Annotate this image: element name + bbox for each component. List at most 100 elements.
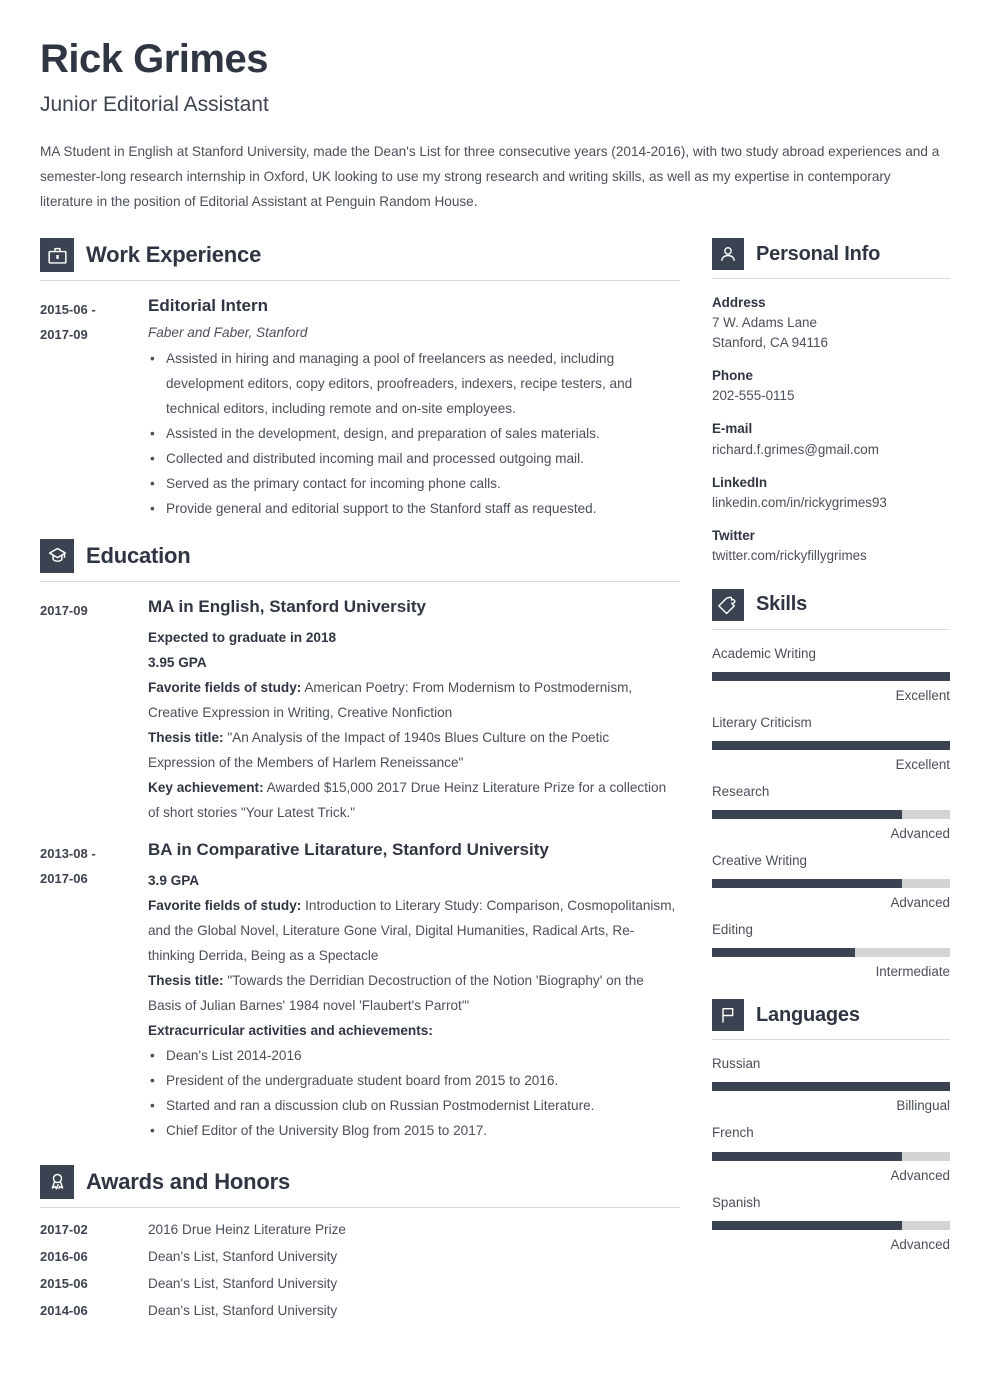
- detail-label: Expected to graduate in 2018: [148, 629, 337, 645]
- section-divider: [712, 278, 950, 280]
- section-divider: [712, 628, 950, 630]
- detail-label: Favorite fields of study:: [148, 679, 302, 695]
- skill-level: Advanced: [890, 826, 950, 842]
- detail-label: 3.9 GPA: [148, 872, 200, 888]
- section-title: Education: [86, 542, 191, 568]
- job-position-title: Editorial Intern: [148, 296, 268, 316]
- skill-bar-track: [712, 948, 950, 958]
- section-personal-info: Personal Info Address 7 W. Adams Lane St…: [712, 238, 950, 566]
- info-value: Stanford, CA 94116: [712, 335, 828, 351]
- section-divider: [712, 1039, 950, 1041]
- skill-bar-fill: [712, 810, 903, 820]
- list-item: Dean's List 2014-2016: [148, 1043, 680, 1068]
- skill-level: Excellent: [895, 687, 950, 703]
- skill-name: Research: [712, 783, 770, 799]
- resume-header: Rick Grimes Junior Editorial Assistant M…: [40, 38, 950, 214]
- skill-bar-fill: [712, 948, 855, 958]
- skill-bar-track: [712, 671, 950, 681]
- info-value[interactable]: linkedin.com/in/rickygrimes93: [712, 493, 950, 513]
- skill-bar-track: [712, 810, 950, 820]
- skill-item: Editing Intermediate: [712, 920, 950, 979]
- skill-level: Advanced: [890, 895, 950, 911]
- award-date: 2017-02: [40, 1221, 88, 1237]
- degree-title: BA in Comparative Litarature, Stanford U…: [148, 839, 549, 859]
- education-entry: 2017-09 MA in English, Stanford Universi…: [40, 596, 680, 825]
- detail-label: Extracurricular activities and achieveme…: [148, 1022, 433, 1038]
- info-value: 202-555-0115: [712, 388, 795, 404]
- skill-level: Intermediate: [875, 964, 950, 980]
- section-title: Languages: [756, 1003, 860, 1026]
- skill-item: Academic Writing Excellent: [712, 644, 950, 703]
- award-text: Dean's List, Stanford University: [148, 1275, 338, 1291]
- section-divider: [40, 1206, 680, 1208]
- table-row: 2015-06 Dean's List, Stanford University: [40, 1276, 680, 1291]
- list-item: Served as the primary contact for incomi…: [148, 471, 680, 496]
- graduation-cap-icon: [40, 538, 74, 573]
- language-level: Advanced: [890, 1167, 950, 1183]
- language-item: French Advanced: [712, 1123, 950, 1183]
- skill-bar-fill: [712, 740, 950, 750]
- detail-label: Favorite fields of study:: [148, 897, 302, 913]
- skill-item: Research Advanced: [712, 782, 950, 841]
- language-name: Russian: [712, 1056, 761, 1072]
- professional-summary: MA Student in English at Stanford Univer…: [40, 144, 940, 210]
- detail-line: Extracurricular activities and achieveme…: [148, 1018, 680, 1043]
- section-divider: [40, 580, 680, 582]
- work-entry: 2015-06 - 2017-09 Editorial Intern Faber…: [40, 295, 680, 521]
- info-label: Twitter: [712, 527, 755, 543]
- person-icon: [712, 238, 744, 271]
- skill-bar-fill: [712, 671, 950, 681]
- section-languages: Languages Russian Billingual French Adva…: [712, 999, 950, 1252]
- info-group-twitter: Twitter twitter.com/rickyfillygrimes: [712, 526, 950, 566]
- info-value[interactable]: richard.f.grimes@gmail.com: [712, 440, 950, 460]
- list-item: Chief Editor of the University Blog from…: [148, 1118, 680, 1143]
- language-bar-track: [712, 1151, 950, 1161]
- list-item: Assisted in hiring and managing a pool o…: [148, 346, 680, 421]
- skill-bar-track: [712, 740, 950, 750]
- puzzle-piece-icon: [712, 588, 744, 621]
- section-awards-and-honors: Awards and Honors 2017-02 2016 Drue Hein…: [40, 1164, 680, 1318]
- section-skills: Skills Academic Writing Excellent Litera…: [712, 588, 950, 979]
- language-bar-fill: [712, 1151, 903, 1161]
- date-line-end: 2017-06: [40, 870, 88, 886]
- list-item: Collected and distributed incoming mail …: [148, 446, 680, 471]
- language-bar-track: [712, 1220, 950, 1230]
- work-bullet-list: Assisted in hiring and managing a pool o…: [148, 346, 680, 521]
- language-level: Advanced: [890, 1236, 950, 1252]
- date-line-end: 2017-09: [40, 327, 88, 343]
- info-label: Phone: [712, 368, 753, 384]
- skill-name: Editing: [712, 922, 753, 938]
- info-group-phone: Phone 202-555-0115: [712, 366, 950, 406]
- skill-item: Creative Writing Advanced: [712, 851, 950, 910]
- award-date: 2016-06: [40, 1248, 88, 1264]
- list-item: Assisted in the development, design, and…: [148, 421, 680, 446]
- skill-name: Literary Criticism: [712, 714, 812, 730]
- award-ribbon-icon: [40, 1164, 74, 1199]
- language-item: Russian Billingual: [712, 1054, 950, 1113]
- detail-line: Key achievement: Awarded $15,000 2017 Dr…: [148, 775, 680, 825]
- detail-line: Thesis title: "Towards the Derridian Dec…: [148, 968, 680, 1018]
- language-name: Spanish: [712, 1194, 761, 1210]
- info-label: Address: [712, 295, 766, 311]
- degree-details: Expected to graduate in 2018 3.95 GPA Fa…: [148, 625, 680, 825]
- skill-name: Creative Writing: [712, 853, 808, 869]
- detail-line: Expected to graduate in 2018: [148, 625, 680, 650]
- skill-bar-fill: [712, 879, 903, 889]
- date-line-start: 2017-09: [40, 602, 88, 618]
- language-bar-fill: [712, 1082, 950, 1092]
- table-row: 2014-06 Dean's List, Stanford University: [40, 1303, 680, 1318]
- section-title: Work Experience: [86, 242, 262, 268]
- education-entry: 2013-08 - 2017-06 BA in Comparative Lita…: [40, 839, 680, 1143]
- list-item: Provide general and editorial support to…: [148, 496, 680, 521]
- info-label: LinkedIn: [712, 474, 768, 490]
- info-value: 7 W. Adams Lane: [712, 315, 817, 331]
- info-value[interactable]: twitter.com/rickyfillygrimes: [712, 546, 950, 566]
- entry-date: 2017-09: [40, 596, 148, 825]
- section-education: Education 2017-09 MA in English, Stanfor…: [40, 538, 680, 1143]
- skill-item: Literary Criticism Excellent: [712, 713, 950, 772]
- detail-label: 3.95 GPA: [148, 654, 207, 670]
- detail-line: 3.9 GPA: [148, 868, 680, 893]
- list-item: President of the undergraduate student b…: [148, 1068, 680, 1093]
- resume-page: Rick Grimes Junior Editorial Assistant M…: [0, 0, 990, 1400]
- info-group-email: E-mail richard.f.grimes@gmail.com: [712, 419, 950, 459]
